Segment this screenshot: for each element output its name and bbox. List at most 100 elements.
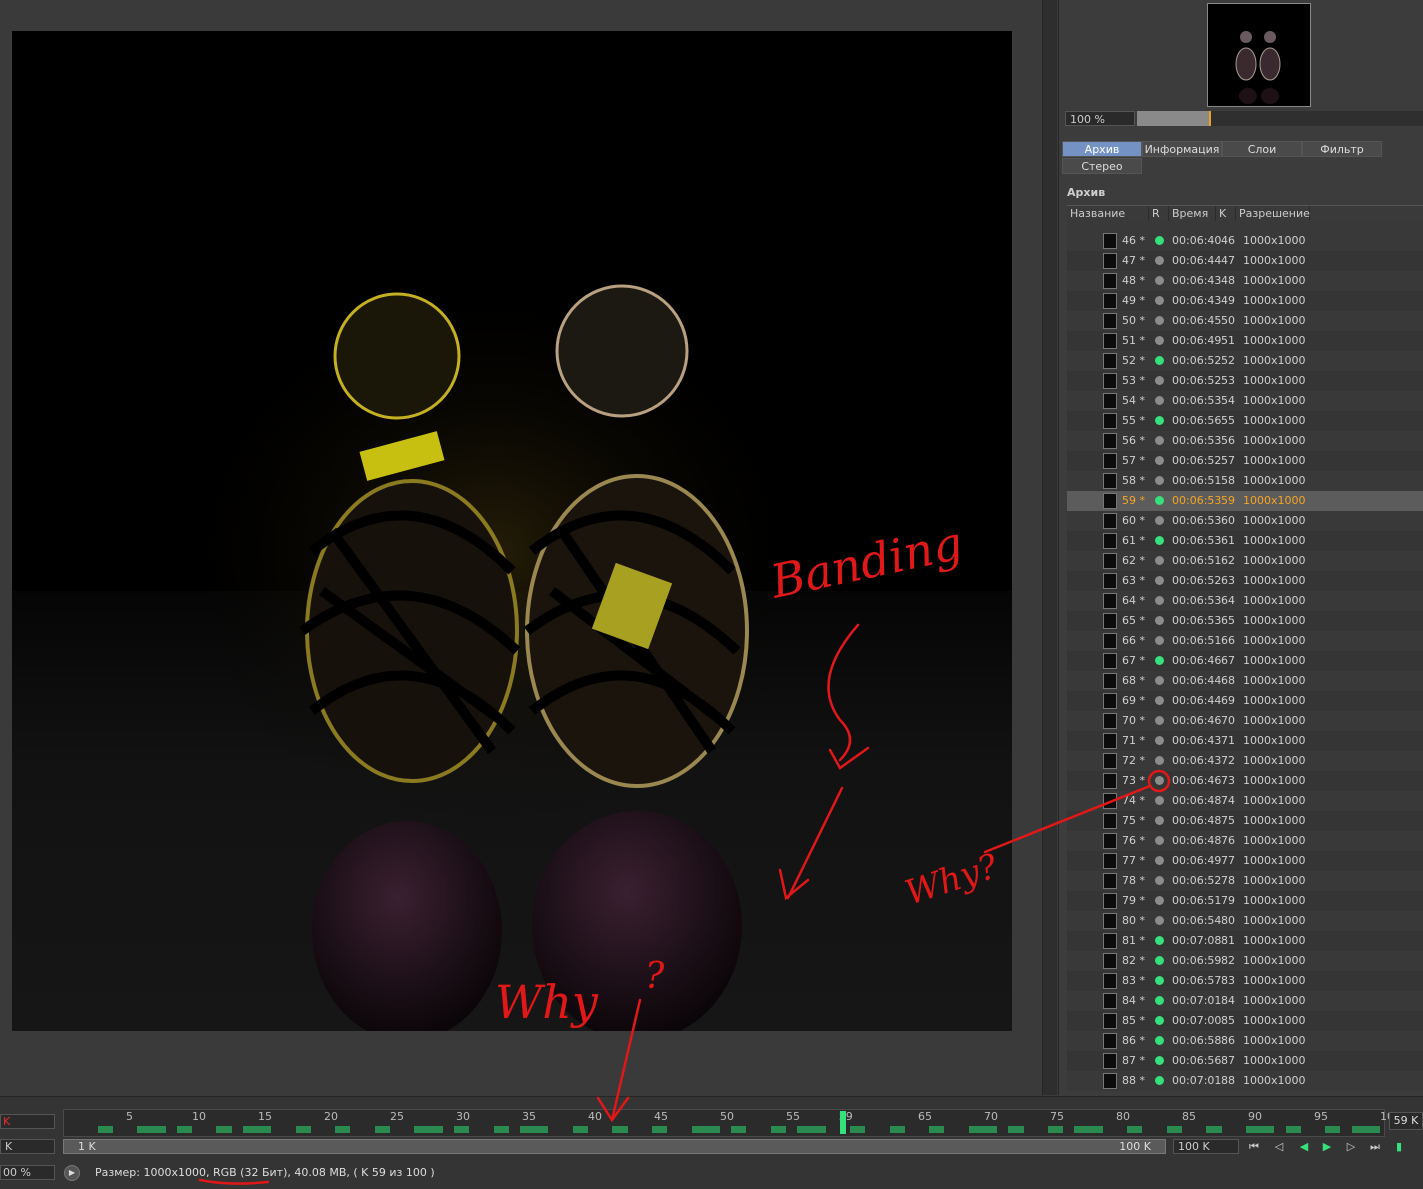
archive-row[interactable]: 83 * 00:06:57 83 1000x1000 xyxy=(1067,971,1423,991)
archive-list[interactable]: 46 * 00:06:40 46 1000x1000 47 * 00:06:44 47 100… xyxy=(1067,221,1423,1091)
row-name: 58 * xyxy=(1122,474,1145,487)
archive-row[interactable]: 49 * 00:06:43 49 1000x1000 xyxy=(1067,291,1423,311)
archive-row[interactable]: 79 * 00:06:51 79 1000x1000 xyxy=(1067,891,1423,911)
render-status-icon xyxy=(1155,296,1164,305)
preview-thumbnail[interactable] xyxy=(1207,3,1311,107)
archive-row[interactable]: 64 * 00:06:53 64 1000x1000 xyxy=(1067,591,1423,611)
viewer-scrollbar[interactable] xyxy=(1042,0,1057,1095)
column-name[interactable]: Название xyxy=(1067,206,1149,221)
archive-row[interactable]: 48 * 00:06:43 48 1000x1000 xyxy=(1067,271,1423,291)
row-resolution: 1000x1000 xyxy=(1243,554,1306,567)
render-status-icon xyxy=(1155,776,1164,785)
archive-row[interactable]: 62 * 00:06:51 62 1000x1000 xyxy=(1067,551,1423,571)
row-time: 00:06:46 xyxy=(1172,714,1222,727)
column-time[interactable]: Время xyxy=(1169,206,1216,221)
archive-row[interactable]: 61 * 00:06:53 61 1000x1000 xyxy=(1067,531,1423,551)
tab-archive[interactable]: Архив xyxy=(1062,141,1142,157)
archive-row[interactable]: 72 * 00:06:43 72 1000x1000 xyxy=(1067,751,1423,771)
row-thumbnail xyxy=(1103,433,1117,449)
go-to-end-icon[interactable]: ⏭ xyxy=(1366,1139,1384,1155)
row-thumbnail xyxy=(1103,973,1117,989)
render-status-icon xyxy=(1155,676,1164,685)
archive-row[interactable]: 85 * 00:07:00 85 1000x1000 xyxy=(1067,1011,1423,1031)
timeline-tick-label: 10 xyxy=(192,1110,206,1123)
timeline-ruler[interactable]: 5101520253035404550555965707580859095100 xyxy=(63,1109,1401,1137)
timeline-tick-label: 45 xyxy=(654,1110,668,1123)
archive-row[interactable]: 73 * 00:06:46 73 1000x1000 xyxy=(1067,771,1423,791)
go-to-start-icon[interactable]: ⏮ xyxy=(1245,1139,1263,1155)
rendered-frame-mark xyxy=(533,1126,549,1133)
row-time: 00:06:44 xyxy=(1172,694,1222,707)
render-status-icon xyxy=(1155,836,1164,845)
archive-row[interactable]: 56 * 00:06:53 56 1000x1000 xyxy=(1067,431,1423,451)
preview-zoom-input[interactable]: 100 % xyxy=(1065,111,1135,126)
archive-row[interactable]: 81 * 00:07:08 81 1000x1000 xyxy=(1067,931,1423,951)
row-name: 74 * xyxy=(1122,794,1145,807)
range-start-input[interactable]: K xyxy=(0,1139,55,1154)
column-resolution[interactable]: Разрешение xyxy=(1236,206,1310,221)
archive-row[interactable]: 65 * 00:06:53 65 1000x1000 xyxy=(1067,611,1423,631)
timeline-playhead[interactable] xyxy=(839,1111,846,1134)
row-thumbnail xyxy=(1103,993,1117,1009)
archive-row[interactable]: 88 * 00:07:01 88 1000x1000 xyxy=(1067,1071,1423,1091)
row-thumbnail xyxy=(1103,733,1117,749)
render-status-icon xyxy=(1155,496,1164,505)
row-name: 64 * xyxy=(1122,594,1145,607)
archive-row[interactable]: 67 * 00:06:46 67 1000x1000 xyxy=(1067,651,1423,671)
render-viewer[interactable] xyxy=(0,0,1042,1095)
row-frame: 55 xyxy=(1221,414,1235,427)
archive-row[interactable]: 47 * 00:06:44 47 1000x1000 xyxy=(1067,251,1423,271)
tab-layers[interactable]: Слои xyxy=(1222,141,1302,157)
column-k[interactable]: K xyxy=(1216,206,1236,221)
range-slider[interactable]: 1 K 100 K xyxy=(63,1139,1166,1154)
tab-filter[interactable]: Фильтр xyxy=(1302,141,1382,157)
row-frame: 80 xyxy=(1221,914,1235,927)
archive-row[interactable]: 60 * 00:06:53 60 1000x1000 xyxy=(1067,511,1423,531)
archive-row[interactable]: 68 * 00:06:44 68 1000x1000 xyxy=(1067,671,1423,691)
archive-row[interactable]: 50 * 00:06:45 50 1000x1000 xyxy=(1067,311,1423,331)
archive-row[interactable]: 66 * 00:06:51 66 1000x1000 xyxy=(1067,631,1423,651)
preview-zoom-slider[interactable] xyxy=(1137,111,1423,126)
archive-row[interactable]: 53 * 00:06:52 53 1000x1000 xyxy=(1067,371,1423,391)
archive-row[interactable]: 59 * 00:06:53 59 1000x1000 xyxy=(1067,491,1423,511)
preview-zoom-handle[interactable] xyxy=(1208,111,1211,126)
play-forward-icon[interactable]: ▶ xyxy=(1318,1139,1336,1155)
archive-row[interactable]: 80 * 00:06:54 80 1000x1000 xyxy=(1067,911,1423,931)
archive-row[interactable]: 46 * 00:06:40 46 1000x1000 xyxy=(1067,231,1423,251)
prev-key-icon[interactable]: ◁ xyxy=(1270,1139,1288,1155)
rendered-frame-mark xyxy=(150,1126,166,1133)
archive-row[interactable]: 69 * 00:06:44 69 1000x1000 xyxy=(1067,691,1423,711)
play-backward-icon[interactable]: ◀ xyxy=(1295,1139,1313,1155)
row-thumbnail xyxy=(1103,913,1117,929)
range-end-input[interactable]: 100 K xyxy=(1173,1139,1239,1154)
next-key-icon[interactable]: ▷ xyxy=(1342,1139,1360,1155)
archive-row[interactable]: 76 * 00:06:48 76 1000x1000 xyxy=(1067,831,1423,851)
archive-row[interactable]: 57 * 00:06:52 57 1000x1000 xyxy=(1067,451,1423,471)
tab-stereo[interactable]: Стерео xyxy=(1062,158,1142,174)
archive-row[interactable]: 52 * 00:06:52 52 1000x1000 xyxy=(1067,351,1423,371)
archive-row[interactable]: 87 * 00:06:56 87 1000x1000 xyxy=(1067,1051,1423,1071)
archive-row[interactable]: 82 * 00:06:59 82 1000x1000 xyxy=(1067,951,1423,971)
archive-row[interactable]: 58 * 00:06:51 58 1000x1000 xyxy=(1067,471,1423,491)
viewer-zoom-input[interactable]: 00 % xyxy=(0,1165,55,1180)
archive-row[interactable]: 55 * 00:06:56 55 1000x1000 xyxy=(1067,411,1423,431)
record-icon[interactable]: ▮ xyxy=(1390,1139,1408,1155)
archive-row[interactable]: 74 * 00:06:48 74 1000x1000 xyxy=(1067,791,1423,811)
row-name: 72 * xyxy=(1122,754,1145,767)
row-thumbnail xyxy=(1103,753,1117,769)
archive-row[interactable]: 54 * 00:06:53 54 1000x1000 xyxy=(1067,391,1423,411)
play-circle-icon[interactable]: ▶ xyxy=(64,1165,80,1181)
tab-info[interactable]: Информация xyxy=(1142,141,1222,157)
archive-row[interactable]: 84 * 00:07:01 84 1000x1000 xyxy=(1067,991,1423,1011)
archive-row[interactable]: 51 * 00:06:49 51 1000x1000 xyxy=(1067,331,1423,351)
archive-row[interactable]: 71 * 00:06:43 71 1000x1000 xyxy=(1067,731,1423,751)
archive-row[interactable]: 63 * 00:06:52 63 1000x1000 xyxy=(1067,571,1423,591)
archive-row[interactable]: 86 * 00:06:58 86 1000x1000 xyxy=(1067,1031,1423,1051)
archive-row[interactable]: 77 * 00:06:49 77 1000x1000 xyxy=(1067,851,1423,871)
archive-row[interactable]: 78 * 00:06:52 78 1000x1000 xyxy=(1067,871,1423,891)
current-frame-input[interactable]: K xyxy=(0,1114,55,1129)
archive-row[interactable]: 70 * 00:06:46 70 1000x1000 xyxy=(1067,711,1423,731)
column-r[interactable]: R xyxy=(1149,206,1169,221)
render-canvas[interactable] xyxy=(12,31,1012,1031)
archive-row[interactable]: 75 * 00:06:48 75 1000x1000 xyxy=(1067,811,1423,831)
